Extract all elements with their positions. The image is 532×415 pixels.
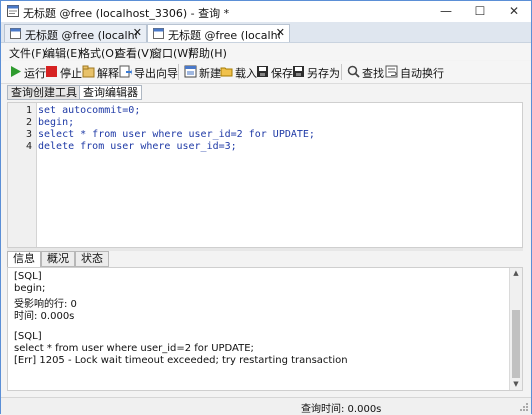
toolbar-separator <box>341 64 342 80</box>
menu-edit[interactable]: 编辑(E) <box>44 45 82 61</box>
title-bar: 无标题 @free (localhost_3306) - 查询 * — ☐ ✕ <box>1 1 531 22</box>
save-label: 保存 <box>271 67 293 80</box>
menu-view[interactable]: 查看(V) <box>115 45 153 61</box>
output-line: [SQL] <box>14 271 42 282</box>
resize-grip-icon[interactable] <box>519 402 529 412</box>
close-tab-icon[interactable]: ✕ <box>276 26 285 39</box>
tab-query-editor[interactable]: 查询编辑器 <box>79 85 142 100</box>
document-tab-1[interactable]: 无标题 @free (localhost_3306) ✕ <box>4 24 147 42</box>
window-title: 无标题 @free (localhost_3306) - 查询 * <box>23 7 230 20</box>
load-label: 载入 <box>235 67 257 80</box>
line-number: 2 <box>25 117 32 128</box>
output-line: [Err] 1205 - Lock wait timeout exceeded;… <box>14 355 348 366</box>
code-line: select * from user where user_id=2 for U… <box>38 129 315 140</box>
word-wrap-label: 自动换行 <box>400 67 444 80</box>
query-window: 无标题 @free (localhost_3306) - 查询 * — ☐ ✕ … <box>0 0 532 415</box>
new-label: 新建 <box>199 67 221 80</box>
output-line: [SQL] <box>14 331 42 342</box>
output-line: select * from user where user_id=2 for U… <box>14 343 254 354</box>
code-line: begin; <box>38 117 75 128</box>
tab-query-builder[interactable]: 查询创建工具 <box>7 85 81 100</box>
stop-icon <box>46 66 57 77</box>
export-icon <box>119 65 132 78</box>
menu-format[interactable]: 格式(O) <box>79 45 118 61</box>
code-line: set autocommit=0; <box>38 105 141 116</box>
tab-label: 无标题 @free (localhost_3306) <box>25 29 137 42</box>
save-as-icon <box>293 66 304 77</box>
menu-bar: 文件(F) 编辑(E) 格式(O) 查看(V) 窗口(W) 帮助(H) <box>1 43 531 60</box>
close-tab-icon[interactable]: ✕ <box>133 26 142 39</box>
line-number: 1 <box>25 105 32 116</box>
query-time-status: 查询时间: 0.000s <box>301 404 382 415</box>
editor-mode-tabs: 查询创建工具 查询编辑器 <box>1 84 531 101</box>
message-output: [SQL] begin; 受影响的行: 0 时间: 0.000s [SQL] s… <box>7 267 523 391</box>
save-as-label: 另存为 <box>307 67 340 80</box>
query-tab-icon <box>10 28 21 39</box>
folder-icon <box>220 67 233 77</box>
document-tab-bar: 无标题 @free (localhost_3306) ✕ 无标题 @free (… <box>1 22 531 43</box>
new-query-icon <box>184 65 197 78</box>
menu-file[interactable]: 文件(F) <box>9 45 46 61</box>
output-scrollbar[interactable]: ▲ ▼ <box>509 268 522 390</box>
run-label: 运行 <box>24 67 46 80</box>
line-number: 3 <box>25 129 32 140</box>
code-line: delete from user where user_id=3; <box>38 141 237 152</box>
export-wizard-label: 导出向导 <box>134 67 178 80</box>
document-tab-2[interactable]: 无标题 @free (localhost_3306) ✕ <box>147 24 290 42</box>
tab-label: 无标题 @free (localhost_3306) <box>168 29 280 42</box>
minimize-button[interactable]: — <box>429 1 463 22</box>
line-number: 4 <box>25 141 32 152</box>
sql-editor[interactable]: 1 2 3 4 set autocommit=0; begin; select … <box>7 102 523 248</box>
find-label: 查找 <box>362 67 384 80</box>
tab-message[interactable]: 信息 <box>7 251 41 267</box>
tab-status[interactable]: 状态 <box>75 251 109 267</box>
result-tabs: 信息 概况 状态 <box>7 251 523 267</box>
menu-help[interactable]: 帮助(H) <box>188 45 227 61</box>
toolbar: 运行 停止 解释 导出向导 新建 载入 保存 另存为 查找 自动换行 <box>1 61 531 84</box>
scroll-up-icon[interactable]: ▲ <box>510 268 522 279</box>
play-icon <box>11 66 21 77</box>
word-wrap-icon <box>385 65 398 78</box>
search-icon <box>347 65 360 78</box>
maximize-button[interactable]: ☐ <box>463 1 497 22</box>
toolbar-separator <box>178 64 179 80</box>
output-line: 时间: 0.000s <box>14 311 75 322</box>
explain-icon <box>82 65 95 78</box>
scroll-down-icon[interactable]: ▼ <box>510 379 522 390</box>
menu-window[interactable]: 窗口(W) <box>151 45 192 61</box>
query-window-icon <box>7 5 19 17</box>
stop-label: 停止 <box>60 67 82 80</box>
output-line: begin; <box>14 283 46 294</box>
scroll-thumb[interactable] <box>512 310 520 378</box>
close-window-button[interactable]: ✕ <box>497 1 531 22</box>
line-number-gutter: 1 2 3 4 <box>8 103 37 247</box>
save-icon <box>257 66 268 77</box>
query-tab-icon <box>153 28 164 39</box>
explain-label: 解释 <box>97 67 119 80</box>
status-bar: 查询时间: 0.000s <box>1 397 531 415</box>
tab-profile[interactable]: 概况 <box>41 251 75 267</box>
